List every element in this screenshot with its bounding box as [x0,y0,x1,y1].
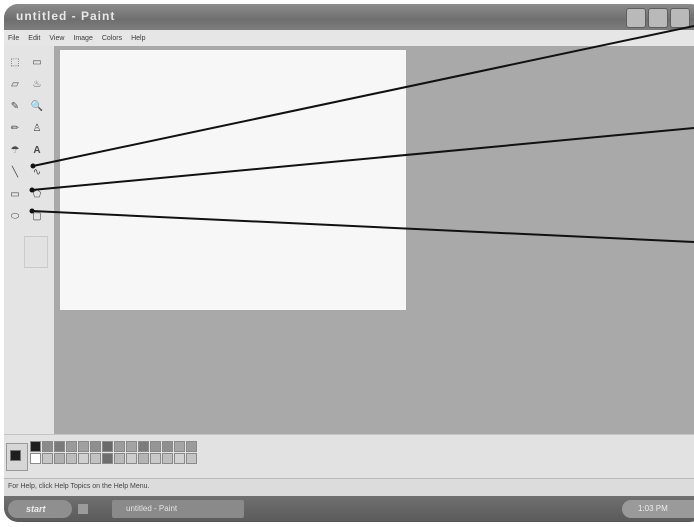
menu-image[interactable]: Image [73,35,92,42]
fill-icon[interactable]: ♨ [30,78,44,92]
window-title: untitled - Paint [16,9,116,23]
ellipse-icon[interactable]: ⬭ [8,210,22,224]
color-swatch[interactable] [126,453,137,464]
rounded-rectangle-icon[interactable]: ▢ [30,210,44,224]
brush-icon[interactable]: ♙ [30,122,44,136]
color-swatch[interactable] [42,441,53,452]
text-icon[interactable]: A [30,144,44,158]
color-swatch[interactable] [90,453,101,464]
pencil-icon[interactable]: ✏ [8,122,22,136]
magnifier-icon[interactable]: 🔍 [30,100,44,114]
color-swatch[interactable] [186,453,197,464]
menu-bar: File Edit View Image Colors Help [4,30,694,46]
current-colors[interactable] [6,443,28,471]
color-swatch[interactable] [126,441,137,452]
color-swatch[interactable] [114,441,125,452]
menu-file[interactable]: File [8,35,19,42]
color-swatch[interactable] [150,441,161,452]
color-swatch[interactable] [42,453,53,464]
start-button[interactable]: start [8,500,72,518]
paint-window: untitled - Paint File Edit View Image Co… [4,4,694,522]
polygon-icon[interactable]: ⬠ [30,188,44,202]
color-swatch[interactable] [174,453,185,464]
color-swatch[interactable] [114,453,125,464]
airbrush-icon[interactable]: ☂ [8,144,22,158]
close-button[interactable] [670,8,690,28]
color-swatch[interactable] [30,453,41,464]
system-tray-clock: 1:03 PM [622,500,694,518]
menu-view[interactable]: View [49,35,64,42]
pick-color-icon[interactable]: ✎ [8,100,22,114]
foreground-color [10,450,21,461]
color-swatch[interactable] [102,441,113,452]
color-swatch[interactable] [162,453,173,464]
minimize-button[interactable] [626,8,646,28]
taskbar-paint-button[interactable]: untitled - Paint [112,500,244,518]
color-swatch[interactable] [78,441,89,452]
color-swatch[interactable] [30,441,41,452]
toolbox: ⬚ ▭ ▱ ♨ ✎ 🔍 ✏ ♙ ☂ A ╲ ∿ ▭ ⬠ ⬭ ▢ [4,46,55,434]
status-text: For Help, click Help Topics on the Help … [8,483,150,490]
select-icon[interactable]: ▭ [30,56,44,70]
canvas-area[interactable] [54,46,694,434]
status-bar: For Help, click Help Topics on the Help … [4,478,694,497]
line-icon[interactable]: ╲ [8,166,22,180]
window-controls [626,8,690,28]
quick-launch-icon[interactable] [78,504,88,514]
tool-options-box[interactable] [24,236,48,268]
menu-edit[interactable]: Edit [28,35,40,42]
color-swatch[interactable] [66,453,77,464]
color-box [4,434,694,479]
color-swatch[interactable] [102,453,113,464]
menu-help[interactable]: Help [131,35,145,42]
color-swatch[interactable] [162,441,173,452]
menu-colors[interactable]: Colors [102,35,122,42]
maximize-button[interactable] [648,8,668,28]
color-swatch[interactable] [54,453,65,464]
color-swatch[interactable] [186,441,197,452]
taskbar: start untitled - Paint 1:03 PM [4,496,694,522]
color-swatch[interactable] [174,441,185,452]
curve-icon[interactable]: ∿ [30,166,44,180]
color-swatch[interactable] [138,441,149,452]
palette-swatches [30,441,197,464]
free-select-icon[interactable]: ⬚ [8,56,22,70]
color-swatch[interactable] [138,453,149,464]
color-swatch[interactable] [66,441,77,452]
color-swatch[interactable] [78,453,89,464]
drawing-canvas[interactable] [60,50,406,310]
color-swatch[interactable] [150,453,161,464]
color-swatch[interactable] [90,441,101,452]
title-bar[interactable]: untitled - Paint [4,4,694,30]
rectangle-icon[interactable]: ▭ [8,188,22,202]
eraser-icon[interactable]: ▱ [8,78,22,92]
color-swatch[interactable] [54,441,65,452]
